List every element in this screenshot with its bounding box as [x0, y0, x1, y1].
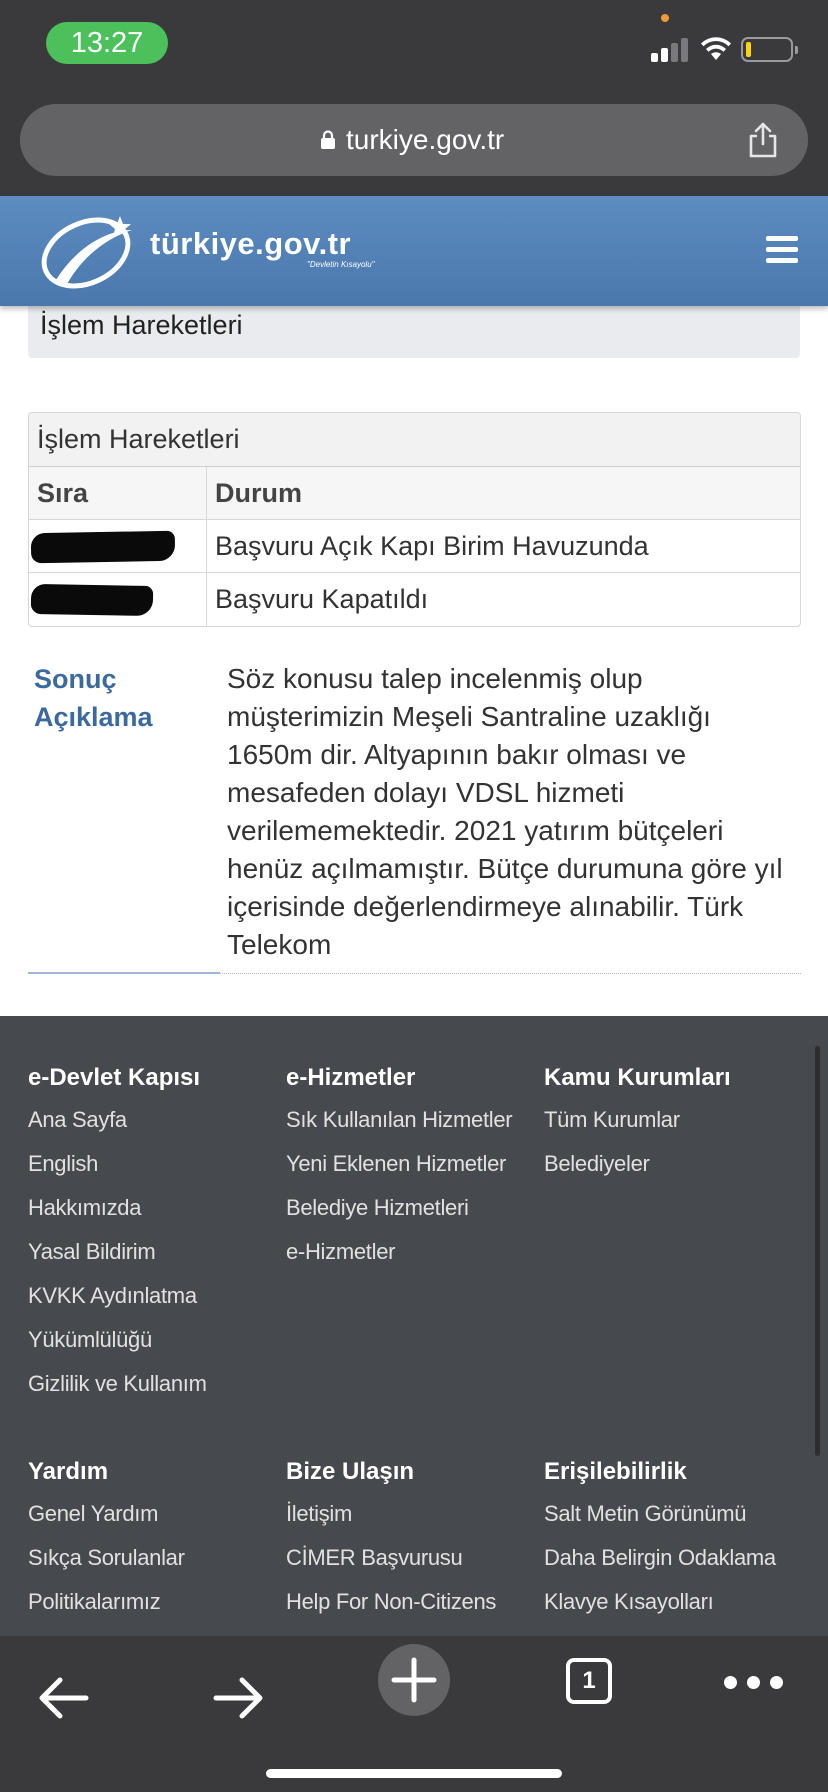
back-arrow-icon[interactable]	[24, 1654, 104, 1734]
footer-column-erisilebilirlik: Erişilebilirlik Salt Metin Görünümü Daha…	[544, 1452, 776, 1624]
footer-heading: Kamu Kurumları	[544, 1064, 731, 1091]
home-indicator[interactable]	[266, 1769, 562, 1778]
footer-link[interactable]: Genel Yardım	[28, 1492, 185, 1536]
share-icon[interactable]	[746, 121, 780, 159]
address-url: turkiye.gov.tr	[346, 124, 505, 155]
footer-link[interactable]: Belediye Hizmetleri	[286, 1186, 512, 1230]
forward-arrow-icon[interactable]	[198, 1654, 278, 1734]
durum-cell: Başvuru Kapatıldı	[215, 584, 429, 614]
status-bar: 13:27	[0, 0, 828, 90]
column-header-sira: Sıra	[29, 467, 207, 519]
footer-link[interactable]: Hakkımızda	[28, 1186, 207, 1230]
tabs-count-button[interactable]: 1	[566, 1658, 612, 1704]
footer-link[interactable]: Help For Non-Citizens	[286, 1580, 496, 1624]
transactions-table: İşlem Hareketleri Sıra Durum Başvuru Açı…	[28, 412, 801, 627]
browser-address-area: turkiye.gov.tr	[0, 90, 828, 196]
more-options-icon[interactable]	[724, 1676, 784, 1690]
footer-heading: e-Hizmetler	[286, 1064, 416, 1091]
durum-cell: Başvuru Açık Kapı Birim Havuzunda	[215, 531, 649, 561]
new-tab-button[interactable]	[378, 1644, 450, 1716]
wifi-icon	[701, 37, 731, 60]
sira-cell	[29, 573, 207, 626]
footer-link[interactable]: Sık Kullanılan Hizmetler	[286, 1098, 513, 1142]
site-logo-text[interactable]: türkiye.gov.tr	[150, 226, 351, 262]
column-header-durum: Durum	[215, 478, 302, 508]
footer-link[interactable]: CİMER Başvurusu	[286, 1536, 496, 1580]
hamburger-menu-icon[interactable]	[766, 236, 798, 264]
divider-dotted	[220, 973, 801, 974]
footer-column-bize-ulasin: Bize Ulaşın İletişim CİMER Başvurusu Hel…	[286, 1452, 496, 1624]
table-row: Başvuru Açık Kapı Birim Havuzunda	[29, 520, 800, 573]
sira-cell	[29, 520, 207, 572]
footer-heading: Erişilebilirlik	[544, 1458, 687, 1485]
table-row: Başvuru Kapatıldı	[29, 573, 800, 626]
footer-link[interactable]: Politikalarımız	[28, 1580, 185, 1624]
footer-column-ehizmetler: e-Hizmetler Sık Kullanılan Hizmetler Yen…	[286, 1058, 513, 1274]
divider	[28, 972, 220, 974]
cellular-signal-icon	[651, 36, 691, 62]
result-text: Söz konusu talep incelenmiş olup müşteri…	[227, 663, 783, 960]
site-footer: e-Devlet Kapısı Ana Sayfa English Hakkım…	[0, 1016, 828, 1636]
footer-link[interactable]: Gizlilik ve Kullanım	[28, 1362, 207, 1406]
footer-link[interactable]: Salt Metin Görünümü	[544, 1492, 776, 1536]
footer-column-edevlet: e-Devlet Kapısı Ana Sayfa English Hakkım…	[28, 1058, 207, 1406]
footer-link[interactable]: Yükümlülüğü	[28, 1318, 207, 1362]
footer-heading: e-Devlet Kapısı	[28, 1064, 201, 1091]
footer-link[interactable]: KVKK Aydınlatma	[28, 1274, 207, 1318]
footer-heading: Bize Ulaşın	[286, 1458, 415, 1485]
footer-link[interactable]: Tüm Kurumlar	[544, 1098, 731, 1142]
footer-column-kamu-kurumlari: Kamu Kurumları Tüm Kurumlar Belediyeler	[544, 1058, 731, 1186]
redacted-mark	[30, 583, 154, 617]
footer-column-yardim: Yardım Genel Yardım Sıkça Sorulanlar Pol…	[28, 1452, 185, 1624]
plus-icon	[391, 1657, 437, 1703]
table-header-row: Sıra Durum	[29, 467, 800, 520]
browser-toolbar: 1	[0, 1636, 828, 1792]
footer-heading: Yardım	[28, 1458, 109, 1485]
privacy-indicator-dot	[661, 14, 669, 22]
page-title: İşlem Hareketleri	[40, 310, 243, 340]
footer-link[interactable]: Yasal Bildirim	[28, 1230, 207, 1274]
table-caption: İşlem Hareketleri	[29, 413, 800, 467]
footer-link[interactable]: Yeni Eklenen Hizmetler	[286, 1142, 512, 1186]
result-label-line2: Açıklama	[34, 702, 153, 732]
footer-link[interactable]: English	[28, 1142, 207, 1186]
redacted-mark	[30, 530, 176, 564]
page-heading-box: İşlem Hareketleri	[28, 298, 800, 358]
status-time[interactable]: 13:27	[46, 22, 168, 64]
battery-icon	[741, 37, 798, 62]
result-label-line1: Sonuç	[34, 664, 117, 694]
footer-link[interactable]: e-Hizmetler	[286, 1230, 512, 1274]
result-label: Sonuç Açıklama	[34, 660, 204, 736]
turkiye-gov-logo-icon[interactable]	[36, 208, 136, 294]
lock-icon	[321, 130, 335, 149]
browser-screen: 13:27 turkiye.gov.tr türkiye.gov.tr "Dev…	[0, 0, 828, 1792]
footer-link[interactable]: Daha Belirgin Odaklama	[544, 1536, 776, 1580]
footer-link[interactable]: Sıkça Sorulanlar	[28, 1536, 185, 1580]
site-logo-tagline: "Devletin Kısayolu"	[307, 260, 375, 269]
footer-link[interactable]: Klavye Kısayolları	[544, 1580, 776, 1624]
footer-link[interactable]: İletişim	[286, 1492, 496, 1536]
footer-link[interactable]: Ana Sayfa	[28, 1098, 207, 1142]
footer-link[interactable]: Belediyeler	[544, 1142, 731, 1186]
address-bar[interactable]: turkiye.gov.tr	[20, 104, 808, 176]
site-header: türkiye.gov.tr "Devletin Kısayolu"	[0, 196, 828, 306]
scrollbar[interactable]	[815, 1046, 820, 1456]
